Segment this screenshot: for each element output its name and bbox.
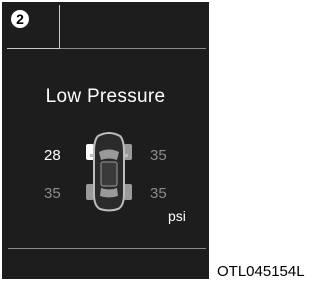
right-mirror xyxy=(123,154,128,157)
top-divider xyxy=(60,48,206,49)
rear-left-pressure: 35 xyxy=(44,185,61,202)
step-number-badge: 2 xyxy=(11,10,29,28)
rear-left-tire xyxy=(86,184,94,200)
front-left-pressure: 28 xyxy=(44,147,61,164)
front-right-tire xyxy=(124,144,132,160)
pressure-unit: psi xyxy=(168,208,186,224)
car-roof xyxy=(100,161,118,187)
rear-right-tire xyxy=(124,184,132,200)
step-badge-box: 2 xyxy=(7,5,60,49)
left-mirror xyxy=(90,154,95,157)
car-windshield xyxy=(99,149,119,160)
figure-code: OTL045154L xyxy=(217,263,305,280)
warning-title: Low Pressure xyxy=(45,86,166,107)
front-right-pressure: 35 xyxy=(150,147,167,164)
tpms-display: 2 Low Pressure 28 35 35 35 psi xyxy=(2,2,209,279)
rear-right-pressure: 35 xyxy=(150,185,167,202)
bottom-divider xyxy=(8,248,206,249)
front-left-tire xyxy=(86,144,94,160)
car-top-view-icon xyxy=(86,132,132,212)
